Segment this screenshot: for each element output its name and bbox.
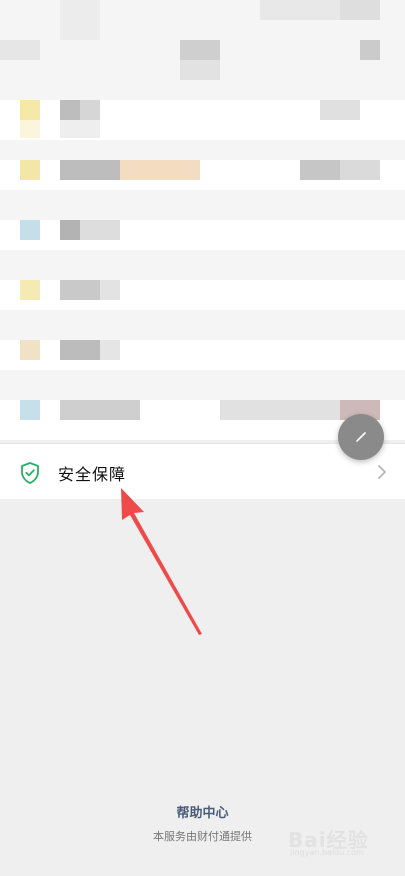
baidu-jingyan-watermark: Bai经验 jingyan.baidu.com — [288, 822, 398, 862]
help-center-link[interactable]: 帮助中心 — [0, 802, 405, 821]
floating-edit-button[interactable] — [338, 414, 384, 460]
watermark-sub: jingyan.baidu.com — [290, 848, 364, 857]
edit-icon — [356, 432, 366, 442]
annotation-arrow — [121, 488, 202, 635]
obscured-content — [0, 0, 405, 440]
shield-icon — [21, 462, 39, 484]
chevron-right-icon — [378, 465, 386, 479]
